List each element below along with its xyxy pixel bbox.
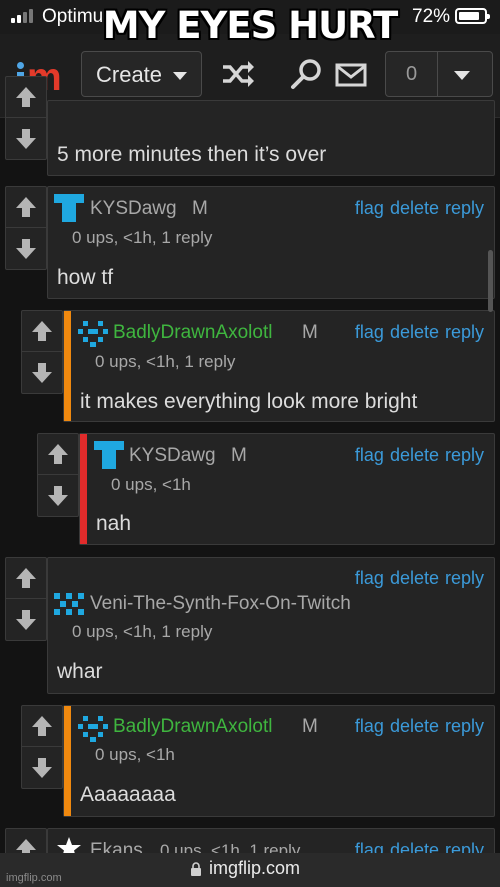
comment-meta: 0 ups, <1h, 1 reply [72, 622, 213, 641]
delete-link[interactable]: delete [390, 716, 439, 736]
flag-link[interactable]: flag [355, 445, 384, 465]
comment-actions: flag delete reply [349, 198, 484, 219]
reply-stripe [64, 311, 71, 421]
comment-text: Aaaaaaaa [80, 783, 176, 806]
reply-link[interactable]: reply [445, 716, 484, 736]
arrow-up-icon [48, 444, 68, 464]
reply-link[interactable]: reply [445, 568, 484, 588]
arrow-up-icon [16, 197, 36, 217]
flag-link[interactable]: flag [355, 716, 384, 736]
downvote-button[interactable] [22, 748, 62, 789]
comment: BadlyDrawnAxolotl M flag delete reply 0 up… [63, 310, 495, 422]
gender-label: M [192, 198, 208, 219]
imgflip-watermark: imgflip.com [6, 872, 62, 884]
delete-link[interactable]: delete [390, 322, 439, 342]
reply-link[interactable]: reply [445, 445, 484, 465]
comment: flag delete reply Veni-The-Synth-Fox-On-Tw… [47, 557, 495, 694]
comment-meta: 0 ups, <1h [111, 475, 191, 494]
downvote-button[interactable] [38, 476, 78, 517]
mail-icon[interactable] [334, 58, 368, 90]
delete-link[interactable]: delete [390, 198, 439, 218]
reply-link[interactable]: reply [445, 198, 484, 218]
upvote-button[interactable] [6, 77, 46, 118]
username-link[interactable]: BadlyDrawnAxolotl [113, 716, 272, 738]
upvote-button[interactable] [6, 558, 46, 599]
comment-text: how tf [57, 266, 114, 289]
comment-actions: flag delete reply [349, 716, 484, 737]
gender-label: M [302, 716, 318, 737]
search-icon[interactable] [290, 58, 324, 90]
arrow-down-icon [16, 610, 36, 630]
username-link[interactable]: KYSDawg [129, 445, 216, 467]
vote-buttons [5, 186, 47, 270]
chevron-down-icon [454, 71, 470, 80]
comment-text: it makes everything look more bright [80, 390, 418, 413]
gender-label: M [302, 322, 318, 343]
shuffle-icon[interactable] [221, 58, 255, 90]
user-avatar-icon[interactable] [78, 320, 108, 348]
vote-buttons [5, 76, 47, 160]
upvote-button[interactable] [22, 311, 62, 352]
url-text: imgflip.com [209, 858, 301, 878]
arrow-down-icon [16, 239, 36, 259]
downvote-button[interactable] [6, 119, 46, 160]
flag-link[interactable]: flag [355, 198, 384, 218]
user-avatar-icon[interactable] [54, 194, 84, 222]
upvote-button[interactable] [22, 706, 62, 747]
scrollbar[interactable] [488, 250, 493, 312]
comment: KYSDawg M flag delete reply 0 ups, <1h nah [79, 433, 495, 545]
gender-label: M [231, 445, 247, 466]
comment-text: whar [57, 660, 103, 683]
comment-actions: flag delete reply [349, 568, 484, 589]
user-avatar-icon[interactable] [78, 715, 108, 743]
create-button-label: Create [96, 62, 163, 87]
delete-link[interactable]: delete [390, 568, 439, 588]
upvote-button[interactable] [6, 187, 46, 228]
user-avatar-icon[interactable] [94, 441, 124, 469]
reply-stripe [80, 434, 87, 544]
comment-meta: 0 ups, <1h, 1 reply [72, 228, 213, 247]
comment-meta: 0 ups, <1h [95, 745, 175, 764]
username-link[interactable]: KYSDawg [90, 198, 177, 220]
comment-actions: flag delete reply [349, 445, 484, 466]
user-avatar-icon[interactable] [54, 591, 84, 619]
notification-count: 0 [386, 52, 438, 96]
arrow-up-icon [32, 716, 52, 736]
reply-link[interactable]: reply [445, 322, 484, 342]
arrow-up-icon [32, 321, 52, 341]
downvote-button[interactable] [6, 229, 46, 270]
create-button[interactable]: Create [81, 51, 202, 97]
arrow-down-icon [16, 129, 36, 149]
comment-text: 5 more minutes then it’s over [57, 143, 327, 166]
comment: KYSDawg M flag delete reply 0 ups, <1h, 1 … [47, 186, 495, 299]
flag-link[interactable]: flag [355, 568, 384, 588]
downvote-button[interactable] [6, 600, 46, 641]
vote-buttons [21, 705, 63, 789]
chevron-down-icon [173, 72, 187, 80]
comment: BadlyDrawnAxolotl M flag delete reply 0 up… [63, 705, 495, 817]
arrow-up-icon [16, 87, 36, 107]
arrow-up-icon [16, 568, 36, 588]
notification-dropdown[interactable]: 0 [385, 51, 493, 97]
delete-link[interactable]: delete [390, 445, 439, 465]
arrow-down-icon [32, 363, 52, 383]
comment-actions: flag delete reply [349, 322, 484, 343]
downvote-button[interactable] [22, 353, 62, 394]
username-link[interactable]: BadlyDrawnAxolotl [113, 322, 272, 344]
vote-buttons [37, 433, 79, 517]
comment-text: nah [96, 512, 132, 535]
meme-caption: MY EYES HURT [102, 4, 398, 47]
comment: 5 more minutes then it’s over [47, 100, 495, 176]
upvote-button[interactable] [38, 434, 78, 475]
arrow-down-icon [32, 758, 52, 778]
browser-url-bar[interactable]: imgflip.com [0, 853, 500, 887]
arrow-down-icon [48, 486, 68, 506]
reply-stripe [64, 706, 71, 816]
vote-buttons [5, 557, 47, 641]
vote-buttons [21, 310, 63, 394]
username-link[interactable]: Veni-The-Synth-Fox-On-Twitch [90, 593, 351, 615]
flag-link[interactable]: flag [355, 322, 384, 342]
lock-icon [191, 862, 201, 876]
comment-meta: 0 ups, <1h, 1 reply [95, 352, 236, 371]
